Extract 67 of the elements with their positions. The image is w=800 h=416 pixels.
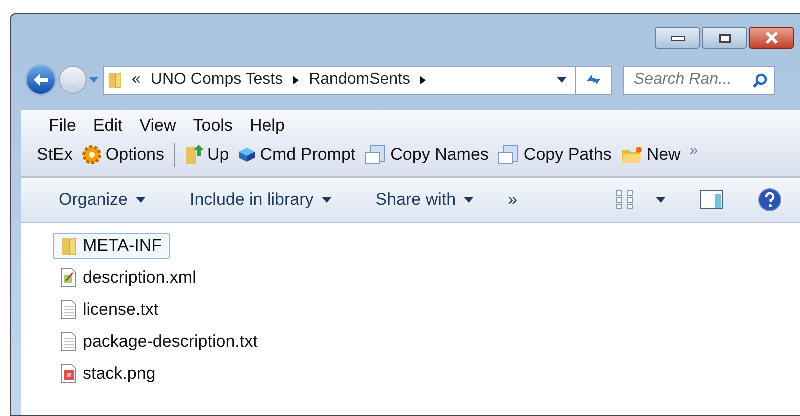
address-bar[interactable]: « UNO Comps Tests RandomSents	[103, 66, 576, 94]
back-button[interactable]	[25, 64, 57, 96]
caret-icon	[89, 77, 99, 83]
text-file-icon	[61, 332, 77, 352]
folder-icon	[620, 146, 643, 164]
command-button[interactable]: Organize	[59, 187, 146, 213]
gear-icon	[82, 145, 102, 165]
menu-item[interactable]: View	[140, 112, 176, 138]
file-name: license.txt	[83, 299, 159, 322]
cube-icon	[238, 147, 256, 163]
breadcrumb[interactable]: UNO Comps Tests	[150, 68, 284, 92]
image-file-icon	[61, 364, 77, 384]
menu-item[interactable]: Edit	[93, 112, 123, 138]
list-entry[interactable]: package-description.txt	[53, 329, 266, 355]
toolbar-button[interactable]: Copy Names	[364, 142, 489, 168]
file-name: META-INF	[83, 235, 162, 258]
list-entry[interactable]: stack.png	[53, 361, 164, 387]
document-icon	[498, 145, 520, 165]
folder-arrow-icon	[184, 144, 204, 166]
toolbar-button[interactable]: Cmd Prompt	[238, 142, 356, 168]
help-icon	[758, 188, 782, 212]
breadcrumb[interactable]: RandomSents	[309, 68, 410, 92]
folder-icon	[61, 236, 77, 256]
command-button[interactable]: Include in library	[190, 187, 332, 213]
close-button[interactable]	[749, 27, 794, 49]
caret-icon	[464, 197, 474, 203]
refresh-button[interactable]	[576, 66, 612, 94]
view-options-button[interactable]	[616, 190, 666, 210]
toolbar-button[interactable]: Options	[82, 142, 164, 168]
document-icon	[364, 145, 387, 165]
file-name: package-description.txt	[83, 331, 258, 354]
caret-icon	[136, 197, 146, 203]
caret-icon	[656, 197, 666, 203]
toolbar-button[interactable]: StEx	[37, 142, 73, 168]
address-dropdown-button[interactable]	[557, 77, 567, 83]
list-entry[interactable]: META-INF	[53, 233, 170, 259]
list-entry[interactable]: description.xml	[53, 265, 204, 291]
menu-item[interactable]: Tools	[193, 112, 233, 138]
folder-icon	[108, 70, 122, 90]
arrow-icon	[420, 76, 426, 84]
list-entry[interactable]: license.txt	[53, 297, 167, 323]
command-overflow-button[interactable]: »	[508, 187, 518, 213]
caret-icon	[557, 77, 567, 83]
menu-item[interactable]: Help	[250, 112, 285, 138]
refresh-icon	[584, 73, 602, 87]
back-arrow-icon	[33, 73, 49, 87]
menu-item[interactable]: File	[49, 112, 76, 138]
file-name: stack.png	[83, 363, 156, 386]
maximize-button[interactable]	[702, 27, 747, 49]
breadcrumb-overflow[interactable]: «	[132, 68, 141, 92]
document-icon	[61, 268, 77, 288]
help-button[interactable]	[758, 188, 782, 212]
search-icon	[752, 72, 768, 88]
pane-icon	[700, 190, 724, 210]
minimize-button[interactable]	[655, 27, 700, 49]
caret-icon	[322, 197, 332, 203]
search-field[interactable]: Search Ran...	[623, 66, 775, 94]
toolbar-button[interactable]: Copy Paths	[498, 142, 612, 168]
command-button[interactable]: Share with	[376, 187, 474, 213]
toolbar-button[interactable]: Up	[184, 142, 230, 168]
close-icon	[764, 32, 778, 44]
file-name: description.xml	[83, 267, 196, 290]
text-file-icon	[61, 300, 77, 320]
toolbar-overflow-button[interactable]: »	[690, 140, 698, 162]
preview-pane-button[interactable]	[700, 190, 724, 210]
toolbar-button[interactable]: New	[620, 142, 681, 168]
arrow-icon	[293, 76, 300, 84]
